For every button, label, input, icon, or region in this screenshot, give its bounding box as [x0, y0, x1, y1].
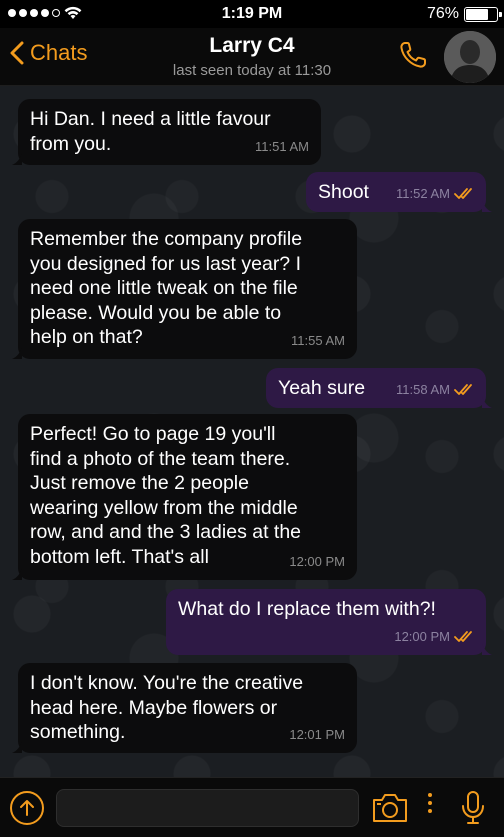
chat-header: Chats Larry C4 last seen today at 11:30 [0, 28, 504, 86]
message-time: 12:00 PM [394, 625, 474, 650]
avatar-silhouette-icon [444, 31, 496, 83]
status-bar: 1:19 PM 76% [0, 0, 504, 28]
message-text: What do I replace them with?! [178, 598, 436, 620]
message-list[interactable]: Hi Dan. I need a little favour from you.… [0, 86, 504, 777]
message-incoming[interactable]: Hi Dan. I need a little favour from you.… [12, 99, 321, 165]
chevron-left-icon [10, 41, 24, 65]
battery-area: 76% [426, 5, 502, 23]
avatar[interactable] [444, 31, 496, 83]
battery-icon [464, 6, 502, 22]
message-time: 12:00 PM [289, 553, 345, 569]
battery-percent: 76% [426, 5, 459, 22]
message-time: 11:52 AM [396, 182, 474, 207]
message-time: 12:01 PM [289, 726, 345, 742]
message-outgoing[interactable]: What do I replace them with?! 12:00 PM [166, 589, 492, 655]
double-check-icon [454, 630, 472, 642]
phone-icon[interactable] [398, 40, 428, 70]
last-seen: last seen today at 11:30 [172, 62, 332, 79]
more-icon[interactable] [428, 793, 432, 813]
message-incoming[interactable]: I don't know. You're the creative head h… [12, 663, 357, 753]
back-button[interactable]: Chats [10, 40, 87, 66]
message-input[interactable] [56, 789, 359, 827]
microphone-icon[interactable] [460, 790, 486, 826]
double-check-icon [454, 383, 472, 395]
message-incoming[interactable]: Remember the company profile you designe… [12, 219, 357, 359]
compose-bar [0, 777, 504, 837]
attach-icon [20, 800, 34, 816]
message-outgoing[interactable]: Shoot 11:52 AM [306, 172, 492, 212]
double-check-icon [454, 187, 472, 199]
message-text: Perfect! Go to page 19 you'll find a pho… [30, 423, 302, 568]
message-time: 11:51 AM [255, 138, 309, 154]
message-incoming[interactable]: Perfect! Go to page 19 you'll find a pho… [12, 414, 357, 580]
camera-icon[interactable] [371, 793, 409, 823]
back-label: Chats [30, 40, 88, 65]
message-time: 11:55 AM [291, 332, 345, 348]
message-time: 11:58 AM [396, 378, 474, 403]
contact-name: Larry C4 [209, 34, 295, 57]
attach-button[interactable] [10, 791, 44, 825]
contact-info[interactable]: Larry C4 last seen today at 11:30 [100, 34, 404, 79]
message-outgoing[interactable]: Yeah sure 11:58 AM [266, 368, 492, 408]
